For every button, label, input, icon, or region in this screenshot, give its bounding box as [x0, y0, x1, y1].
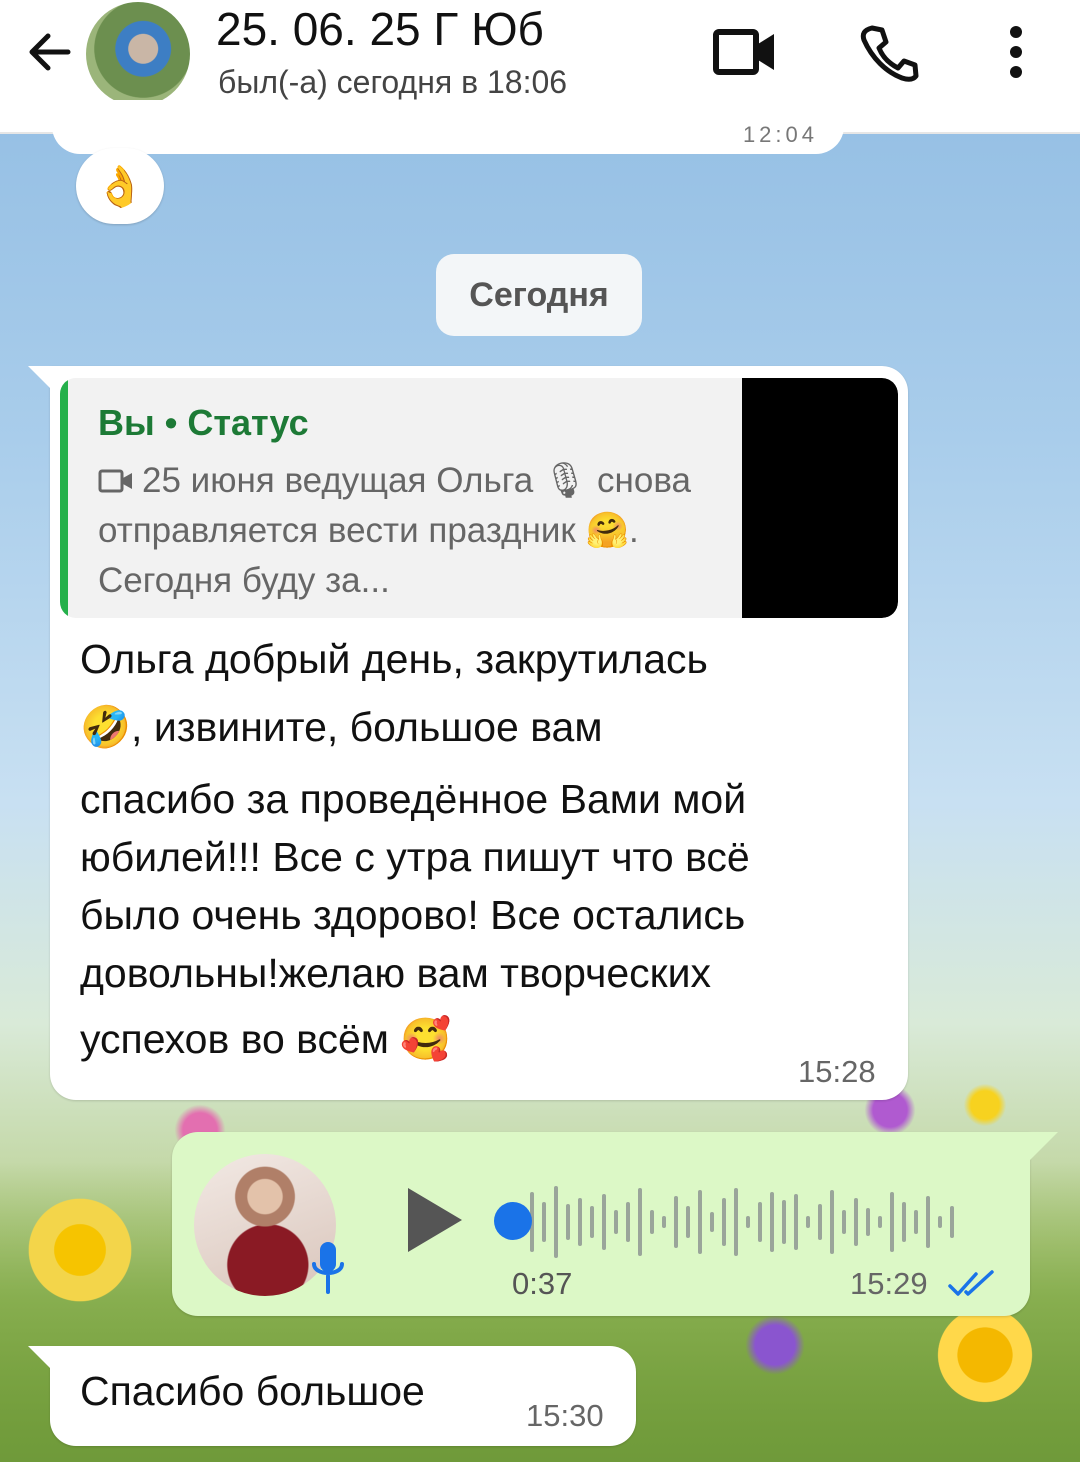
quote-text-content: 25 июня ведущая Ольга 🎙 снова отправляет… — [98, 461, 692, 600]
message-line: спасибо за проведённое Вами мой — [80, 776, 747, 822]
message-text: Спасибо большое — [80, 1368, 425, 1414]
outgoing-voice-message[interactable]: 0:37 15:29 — [172, 1132, 1030, 1316]
message-line: Ольга добрый день, закрутилась — [80, 636, 708, 682]
message-text-block: Ольга добрый день, закрутилась 🤣, извини… — [50, 630, 908, 1100]
last-seen-status: был(-а) сегодня в 18:06 — [218, 64, 568, 100]
contact-name[interactable]: 25. 06. 25 Г Юб — [216, 2, 544, 56]
message-line: было очень здорово! Все остались — [80, 892, 746, 938]
video-status-icon — [98, 469, 132, 493]
play-icon[interactable] — [404, 1184, 466, 1256]
message-line: довольны!желаю вам творческих — [80, 950, 711, 996]
flower-decoration — [740, 1310, 810, 1380]
message-reaction[interactable]: 👌 — [76, 148, 164, 224]
voice-duration: 0:37 — [512, 1266, 573, 1301]
message-line: юбилей!!! Все с утра пишут что всё — [80, 834, 750, 880]
incoming-message-bubble[interactable]: Спасибо большое 15:30 — [50, 1346, 636, 1446]
quote-author: Вы • Статус — [98, 402, 309, 443]
previous-message-bubble[interactable]: 12:04 — [52, 100, 844, 154]
quoted-status[interactable]: Вы • Статус 25 июня ведущая Ольга 🎙 снов… — [60, 378, 898, 618]
bubble-tail — [1028, 1132, 1058, 1162]
read-receipt-icon — [948, 1270, 994, 1296]
flower-decoration — [930, 1300, 1040, 1410]
message-line: успехов во всём 🥰 — [80, 1016, 452, 1062]
flower-decoration — [20, 1190, 140, 1310]
flower-decoration — [960, 1080, 1010, 1130]
message-time: 12:04 — [742, 122, 818, 147]
message-time: 15:29 — [850, 1266, 928, 1301]
message-time: 15:28 — [798, 1054, 876, 1089]
audio-waveform[interactable] — [492, 1182, 992, 1262]
message-time: 15:30 — [526, 1398, 604, 1433]
video-call-icon[interactable] — [712, 26, 778, 78]
status-thumbnail — [742, 378, 898, 618]
more-menu-icon[interactable] — [1004, 24, 1028, 80]
microphone-icon — [312, 1242, 344, 1294]
quote-accent-bar — [60, 378, 68, 618]
quote-text: 25 июня ведущая Ольга 🎙 снова отправляет… — [98, 456, 708, 606]
bubble-tail — [28, 366, 58, 396]
date-separator: Сегодня — [436, 254, 642, 336]
voice-call-icon[interactable] — [858, 22, 920, 84]
back-arrow-icon[interactable] — [22, 24, 78, 80]
message-line: 🤣, извините, большое вам — [80, 704, 603, 750]
contact-avatar[interactable] — [86, 2, 190, 106]
playback-scrubber[interactable] — [494, 1202, 532, 1240]
bubble-tail — [28, 1346, 58, 1376]
